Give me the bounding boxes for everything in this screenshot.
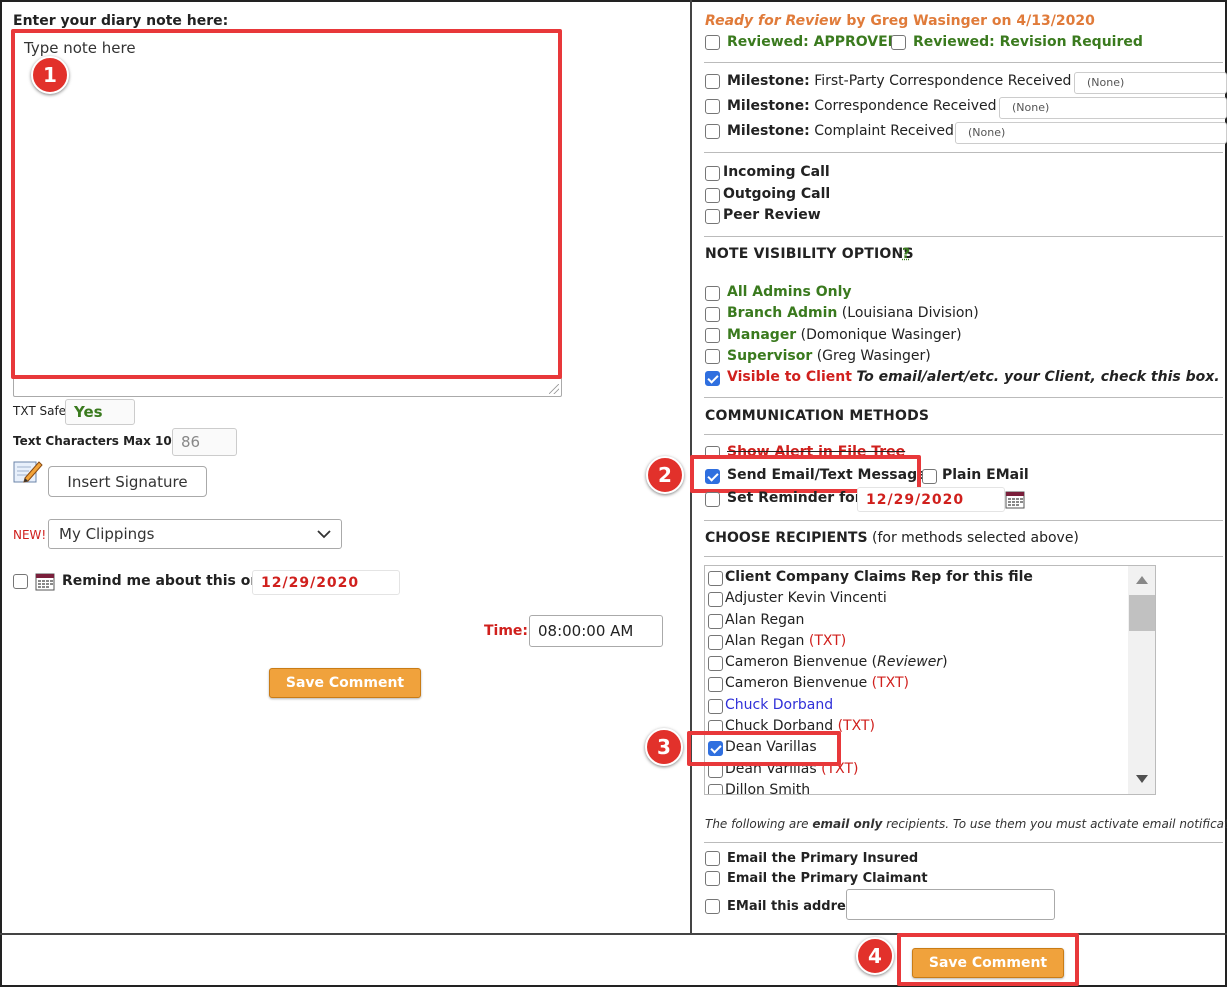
email-address-input[interactable] bbox=[846, 889, 1055, 920]
reminder-date-field[interactable]: 12/29/2020 bbox=[857, 487, 1005, 512]
comm-header: COMMUNICATION METHODS bbox=[705, 408, 929, 424]
list-item[interactable]: Alan Regan (TXT) bbox=[707, 633, 1127, 654]
milestone-checkbox[interactable] bbox=[705, 99, 720, 114]
set-reminder-label: Set Reminder for bbox=[727, 490, 862, 506]
separator bbox=[704, 520, 1223, 521]
badge-2: 2 bbox=[646, 456, 684, 494]
separator bbox=[704, 842, 1223, 843]
calendar-icon[interactable] bbox=[1005, 489, 1025, 509]
chevron-down-icon bbox=[317, 530, 331, 539]
list-item[interactable]: Dillon Smith bbox=[707, 782, 1127, 795]
separator bbox=[704, 434, 1223, 435]
txt-safe-field: Yes bbox=[65, 399, 135, 425]
plain-email-checkbox[interactable] bbox=[922, 469, 937, 484]
email-address-checkbox[interactable] bbox=[705, 899, 720, 914]
note-label: Enter your diary note here: bbox=[13, 13, 228, 29]
email-primary-claimant-label: Email the Primary Claimant bbox=[727, 871, 928, 886]
separator bbox=[704, 236, 1223, 237]
outgoing-call-checkbox[interactable] bbox=[705, 188, 720, 203]
milestone-checkbox[interactable] bbox=[705, 74, 720, 89]
branch-admin-checkbox[interactable] bbox=[705, 307, 720, 322]
milestone-select[interactable]: (None) bbox=[999, 97, 1227, 119]
set-reminder-checkbox[interactable] bbox=[705, 492, 720, 507]
remind-date-field[interactable]: 12/29/2020 bbox=[252, 570, 400, 595]
all-admins-checkbox[interactable] bbox=[705, 286, 720, 301]
badge-1: 1 bbox=[31, 56, 69, 94]
peer-review-label: Peer Review bbox=[723, 207, 821, 223]
visibility-header: NOTE VISIBILITY OPTIONS bbox=[705, 246, 914, 262]
annotation-box-4 bbox=[897, 933, 1079, 986]
milestone-label: Milestone: Correspondence Received bbox=[727, 98, 997, 114]
insert-signature-button[interactable]: Insert Signature bbox=[48, 466, 207, 497]
supervisor-label: Supervisor (Greg Wasinger) bbox=[727, 348, 931, 364]
calendar-icon[interactable] bbox=[35, 571, 55, 591]
email-primary-claimant-checkbox[interactable] bbox=[705, 871, 720, 886]
signature-edit-icon[interactable] bbox=[13, 458, 43, 486]
time-label: Time: bbox=[484, 623, 528, 639]
milestone-select[interactable]: (None) bbox=[1074, 72, 1227, 94]
visible-client-label: Visible to Client To email/alert/etc. yo… bbox=[727, 369, 1220, 385]
list-item[interactable]: Client Company Claims Rep for this file bbox=[707, 569, 1127, 590]
separator bbox=[704, 556, 1223, 557]
badge-4: 4 bbox=[856, 937, 894, 975]
list-item[interactable]: Cameron Bienvenue (Reviewer) bbox=[707, 654, 1127, 675]
email-primary-insured-checkbox[interactable] bbox=[705, 851, 720, 866]
ready-review-status: Ready for Review by Greg Wasinger on 4/1… bbox=[705, 13, 1095, 29]
milestone-label: Milestone: Complaint Received bbox=[727, 123, 954, 139]
reviewed-approved-checkbox[interactable] bbox=[705, 35, 720, 50]
scrollbar-thumb[interactable] bbox=[1129, 595, 1155, 631]
list-item[interactable]: Cameron Bienvenue (TXT) bbox=[707, 675, 1127, 696]
new-label: NEW! bbox=[13, 528, 46, 542]
scrollbar[interactable] bbox=[1128, 566, 1156, 794]
incoming-call-checkbox[interactable] bbox=[705, 166, 720, 181]
annotation-box-1 bbox=[11, 29, 562, 379]
badge-3: 3 bbox=[645, 728, 683, 766]
milestone-select[interactable]: (None) bbox=[955, 122, 1227, 144]
milestone-label: Milestone: First-Party Correspondence Re… bbox=[727, 73, 1071, 89]
remind-label: Remind me about this on bbox=[62, 573, 260, 589]
branch-admin-label: Branch Admin (Louisiana Division) bbox=[727, 305, 979, 321]
save-comment-button-left[interactable]: Save Comment bbox=[269, 668, 421, 698]
incoming-call-label: Incoming Call bbox=[723, 164, 830, 180]
help-icon[interactable]: ? bbox=[902, 246, 910, 262]
email-primary-insured-label: Email the Primary Insured bbox=[727, 851, 918, 866]
reviewed-revision-label: Reviewed: Revision Required bbox=[913, 34, 1143, 50]
text-chars-field: 86 bbox=[172, 428, 237, 456]
txt-safe-label: TXT Safe: bbox=[13, 404, 70, 418]
annotation-box-3 bbox=[687, 731, 841, 766]
reviewed-revision-checkbox[interactable] bbox=[891, 35, 906, 50]
manager-label: Manager (Domonique Wasinger) bbox=[727, 327, 962, 343]
list-item[interactable]: Alan Regan bbox=[707, 612, 1127, 633]
list-item[interactable]: Chuck Dorband bbox=[707, 697, 1127, 718]
list-item[interactable]: Adjuster Kevin Vincenti bbox=[707, 590, 1127, 611]
separator bbox=[704, 62, 1223, 63]
scroll-down-icon[interactable] bbox=[1136, 775, 1148, 783]
clippings-selected: My Clippings bbox=[59, 525, 154, 543]
text-chars-label: Text Characters Max 100: bbox=[13, 434, 185, 448]
milestone-checkbox[interactable] bbox=[705, 124, 720, 139]
visible-client-checkbox[interactable] bbox=[705, 371, 720, 386]
peer-review-checkbox[interactable] bbox=[705, 209, 720, 224]
separator bbox=[704, 397, 1223, 398]
remind-checkbox[interactable] bbox=[13, 574, 28, 589]
separator bbox=[704, 152, 1223, 153]
resize-handle[interactable] bbox=[549, 384, 559, 394]
scroll-up-icon[interactable] bbox=[1136, 576, 1148, 584]
email-only-note: The following are email only recipients.… bbox=[705, 817, 1227, 831]
manager-checkbox[interactable] bbox=[705, 328, 720, 343]
time-field[interactable]: 08:00:00 AM bbox=[529, 615, 663, 647]
clippings-select[interactable]: My Clippings bbox=[48, 519, 342, 549]
supervisor-checkbox[interactable] bbox=[705, 349, 720, 364]
reviewed-approved-label: Reviewed: APPROVED bbox=[727, 34, 899, 50]
plain-email-label: Plain EMail bbox=[942, 467, 1029, 483]
outgoing-call-label: Outgoing Call bbox=[723, 186, 830, 202]
recipients-header: CHOOSE RECIPIENTS (for methods selected … bbox=[705, 530, 1079, 546]
all-admins-label: All Admins Only bbox=[727, 284, 852, 300]
